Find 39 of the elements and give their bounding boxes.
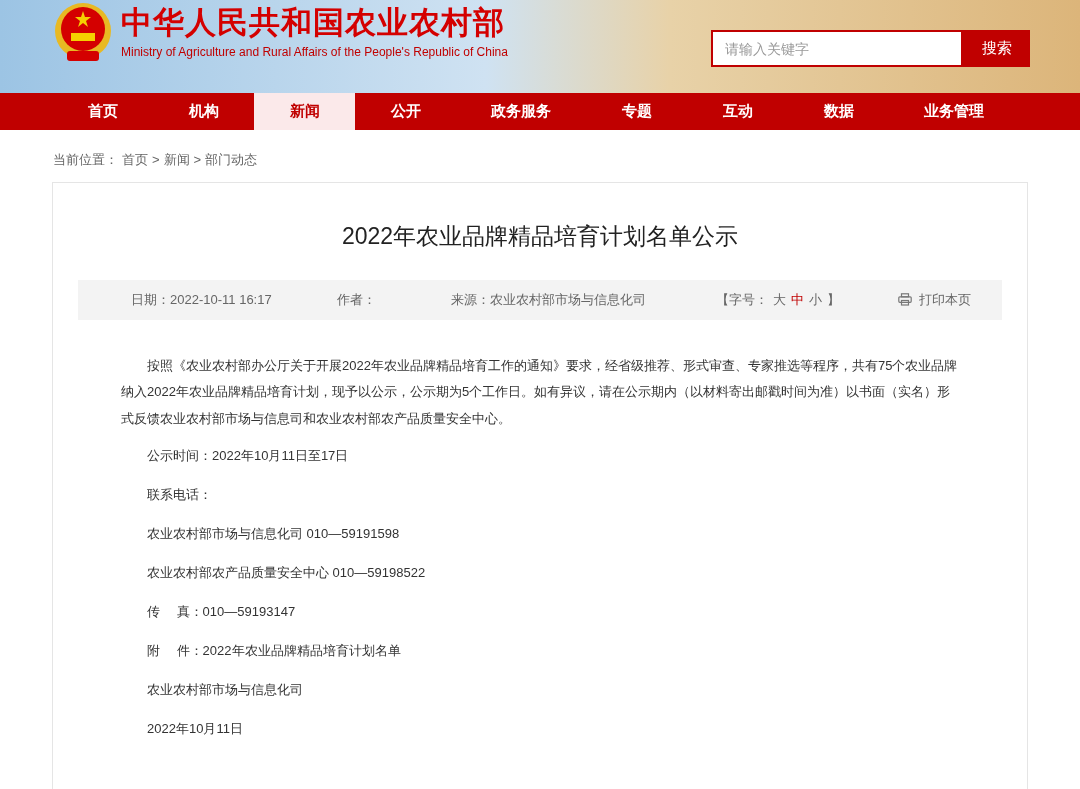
- nav-tab[interactable]: 数据: [788, 93, 889, 130]
- breadcrumb-separator: >: [193, 151, 202, 169]
- article-line: 农业农村部农产品质量安全中心 010—59198522: [147, 564, 427, 582]
- search-button[interactable]: 搜索: [963, 30, 1030, 67]
- font-size-label: 【字号：: [715, 290, 768, 309]
- breadcrumb-link[interactable]: 首页: [122, 150, 148, 170]
- nav-tab[interactable]: 机构: [153, 93, 254, 130]
- site-title: 中华人民共和国农业农村部: [121, 4, 506, 42]
- nav-tab[interactable]: 首页: [52, 93, 153, 130]
- article-line: 2022年10月11日: [147, 720, 244, 738]
- article-line: 公示时间：2022年10月11日至17日: [147, 447, 350, 465]
- article-line: 附 件：2022年农业品牌精品培育计划名单: [147, 642, 402, 660]
- search-field[interactable]: 请输入关键字: [711, 30, 963, 67]
- site-subtitle: Ministry of Agriculture and Rural Affairs of the People's Republic of China: [121, 44, 508, 60]
- article-line: 传 真：010—59193147: [147, 603, 297, 621]
- article-paragraph: 按照《农业农村部办公厅关于开展2022年农业品牌精品培育工作的通知》要求，经省级推荐、形式审查、专家推选等程序，共有75个农业品牌纳入2022年农业品牌精品培育计划，现予以公示，公示期为5个工作日。如有异议，请在公示期内（以材料寄出邮戳时间为准）以书面（实名）形式反馈农业农村部市场与信息司和农业农村部农产品质量安全中心。: [120, 356, 959, 428]
- publish-date: 日期：2022-10-11 16:17: [131, 290, 272, 309]
- breadcrumb-label: 当前位置：: [53, 151, 118, 169]
- author-label: 作者：: [336, 290, 376, 309]
- font-size-option[interactable]: 小: [808, 289, 822, 310]
- nav-tab[interactable]: 新闻: [254, 93, 355, 130]
- nav-tab[interactable]: 公开: [355, 93, 456, 130]
- article-line: 农业农村部市场与信息化司: [147, 681, 304, 699]
- nav-tab[interactable]: 互动: [687, 93, 788, 130]
- printer-icon: [897, 293, 912, 306]
- article-title: 2022年农业品牌精品培育计划名单公示: [340, 221, 740, 251]
- breadcrumb-link[interactable]: 部门动态: [205, 150, 258, 170]
- article-line: 农业农村部市场与信息化司 010—59191598: [147, 525, 401, 543]
- print-button[interactable]: 打印本页: [897, 289, 971, 310]
- nav-tab[interactable]: 专题: [586, 93, 687, 130]
- nav-tab[interactable]: 业务管理: [889, 93, 1019, 130]
- font-size-bracket: 】: [826, 290, 840, 309]
- breadcrumb-separator: >: [152, 151, 160, 169]
- nav-tab[interactable]: 政务服务: [456, 93, 586, 130]
- font-size-option[interactable]: 中: [790, 289, 804, 310]
- font-size-option[interactable]: 大: [772, 289, 786, 310]
- article-line: 联系电话：: [147, 486, 213, 504]
- source-text: 来源：农业农村部市场与信息化司: [450, 290, 646, 309]
- breadcrumb-link[interactable]: 新闻: [163, 150, 190, 170]
